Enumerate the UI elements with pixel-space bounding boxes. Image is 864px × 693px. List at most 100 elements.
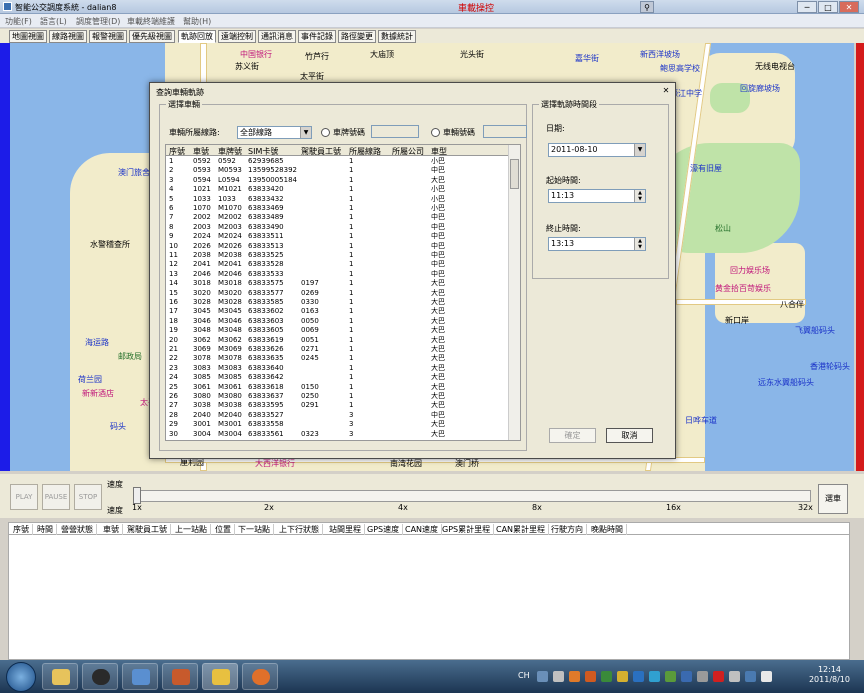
- vehicle-row[interactable]: 11 2038 M2038 63833525 1 中巴: [166, 251, 509, 260]
- record-col-header[interactable]: 車號: [103, 524, 123, 535]
- tab-route-view[interactable]: 線路視圖: [49, 30, 87, 43]
- vehicle-input[interactable]: [483, 125, 527, 138]
- col-header[interactable]: 所屬公司: [392, 146, 424, 157]
- taskbar-explorer[interactable]: [42, 663, 78, 690]
- plate-input[interactable]: [371, 125, 419, 138]
- title-link[interactable]: 車載操控: [458, 1, 494, 14]
- tray-icon[interactable]: [681, 671, 692, 682]
- play-button[interactable]: PLAY: [10, 484, 38, 510]
- vehicle-row[interactable]: 23 3083 M3083 63833640 1 大巴: [166, 364, 509, 373]
- record-col-header[interactable]: 行駛方向: [551, 524, 587, 535]
- vehicle-row[interactable]: 20 3062 M3062 63833619 0051 1 大巴: [166, 336, 509, 345]
- tab-path-change[interactable]: 路徑變更: [338, 30, 376, 43]
- input-language[interactable]: CH: [518, 671, 530, 680]
- scrollbar[interactable]: [508, 145, 520, 440]
- record-col-header[interactable]: 晚點時間: [591, 524, 627, 535]
- col-header[interactable]: SIM卡號: [248, 146, 278, 157]
- chevron-down-icon[interactable]: ▼: [300, 127, 311, 138]
- col-header[interactable]: 車號: [193, 146, 209, 157]
- tray-icon[interactable]: [729, 671, 740, 682]
- tray-icon[interactable]: [665, 671, 676, 682]
- vehicle-row[interactable]: 3 0594 L0594 13950005184 1 大巴: [166, 176, 509, 185]
- spin-icon[interactable]: ▲ ▼: [634, 190, 645, 202]
- menu-help[interactable]: 幫助(H): [183, 16, 211, 27]
- vehicle-row[interactable]: 2 0593 M0593 13599528392 1 中巴: [166, 166, 509, 175]
- route-select[interactable]: 全部線路 ▼: [237, 126, 312, 139]
- record-col-header[interactable]: CAN累計里程: [496, 524, 550, 535]
- cancel-button[interactable]: 取消: [606, 428, 653, 443]
- dialog-close-icon[interactable]: ✕: [661, 86, 671, 96]
- col-header[interactable]: 所屬線路: [349, 146, 381, 157]
- taskbar-qq[interactable]: [82, 663, 118, 690]
- tab-messages[interactable]: 通訊消息: [258, 30, 296, 43]
- stop-button[interactable]: STOP: [74, 484, 102, 510]
- vehicle-row[interactable]: 1 0592 0592 62939685 1 小巴: [166, 157, 509, 166]
- clock[interactable]: 12:14 2011/8/10: [809, 665, 850, 685]
- vehicle-row[interactable]: 30 3004 M3004 63833561 0323 3 大巴: [166, 430, 509, 439]
- tray-icon[interactable]: [697, 671, 708, 682]
- tray-icon[interactable]: [553, 671, 564, 682]
- record-col-header[interactable]: GPS累計里程: [442, 524, 495, 535]
- tray-icon[interactable]: [713, 671, 724, 682]
- record-col-header[interactable]: 站間里程: [329, 524, 365, 535]
- record-col-header[interactable]: 駕駛員工號: [127, 524, 171, 535]
- vehicle-row[interactable]: 6 1070 M1070 63833469 1 小巴: [166, 204, 509, 213]
- vehicle-row[interactable]: 26 3080 M3080 63833637 0250 1 大巴: [166, 392, 509, 401]
- vehicle-row[interactable]: 12 2041 M2041 63833528 1 中巴: [166, 260, 509, 269]
- record-col-header[interactable]: 上一站點: [175, 524, 211, 535]
- vehicle-row[interactable]: 22 3078 M3078 63833635 0245 1 大巴: [166, 354, 509, 363]
- vehicle-row[interactable]: 13 2046 M2046 63833533 1 中巴: [166, 270, 509, 279]
- menu-language[interactable]: 語言(L): [40, 16, 67, 27]
- record-col-header[interactable]: 上下行狀態: [279, 524, 323, 535]
- vehicle-row[interactable]: 5 1033 1033 63833432 1 小巴: [166, 195, 509, 204]
- vehicle-row[interactable]: 9 2024 M2024 63833511 1 中巴: [166, 232, 509, 241]
- tray-icon[interactable]: [601, 671, 612, 682]
- date-select[interactable]: 2011-08-10 ▼: [548, 143, 646, 157]
- vehicle-row[interactable]: 15 3020 M3020 63833577 0269 1 大巴: [166, 289, 509, 298]
- tray-icon[interactable]: [745, 671, 756, 682]
- vehicle-row[interactable]: 19 3048 M3048 63833605 0069 1 大巴: [166, 326, 509, 335]
- tray-icon[interactable]: [537, 671, 548, 682]
- end-time-field[interactable]: 13:13 ▲ ▼: [548, 237, 646, 251]
- vehicle-row[interactable]: 21 3069 M3069 63833626 0271 1 大巴: [166, 345, 509, 354]
- vehicle-row[interactable]: 29 3001 M3001 63833558 3 大巴: [166, 420, 509, 429]
- vehicle-row[interactable]: 25 3061 M3061 63833618 0150 1 大巴: [166, 383, 509, 392]
- ok-button[interactable]: 確定: [549, 428, 596, 443]
- chevron-down-icon[interactable]: ▼: [634, 144, 645, 156]
- close-button[interactable]: ✕: [839, 1, 859, 13]
- spin-icon[interactable]: ▲ ▼: [634, 238, 645, 250]
- taskbar-app[interactable]: [162, 663, 198, 690]
- speed-slider[interactable]: 1x 2x 4x 8x 16x 32x: [132, 487, 813, 512]
- menu-terminal[interactable]: 車載終端維護: [127, 16, 175, 27]
- start-button[interactable]: [6, 662, 36, 692]
- tray-icon[interactable]: [633, 671, 644, 682]
- taskbar-firefox[interactable]: [242, 663, 278, 690]
- col-header[interactable]: 序號: [169, 146, 185, 157]
- search-icon[interactable]: ⚲: [640, 1, 654, 13]
- tab-priority-view[interactable]: 優先級視圖: [129, 30, 175, 43]
- tab-remote-control[interactable]: 遠端控制: [218, 30, 256, 43]
- record-col-header[interactable]: 營營狀態: [61, 524, 97, 535]
- pause-button[interactable]: PAUSE: [42, 484, 70, 510]
- record-col-header[interactable]: 位置: [215, 524, 235, 535]
- record-table[interactable]: [8, 535, 850, 660]
- vehicle-table[interactable]: 序號 車號 車牌號 SIM卡號 駕駛員工號 所屬線路 所屬公司 車型 1 0592…: [165, 144, 521, 441]
- plate-radio[interactable]: [321, 128, 330, 137]
- vehicle-row[interactable]: 24 3085 M3085 63833642 1 大巴: [166, 373, 509, 382]
- col-header[interactable]: 駕駛員工號: [301, 146, 341, 157]
- taskbar-app[interactable]: [122, 663, 158, 690]
- speaker-icon[interactable]: [761, 671, 772, 682]
- tab-statistics[interactable]: 數據統計: [378, 30, 416, 43]
- maximize-button[interactable]: □: [818, 1, 838, 13]
- vehicle-row[interactable]: 28 2040 M2040 63833527 3 中巴: [166, 411, 509, 420]
- menu-dispatch[interactable]: 調度管理(D): [76, 16, 120, 27]
- tab-map-view[interactable]: 地圖視圖: [9, 30, 47, 43]
- start-time-field[interactable]: 11:13 ▲ ▼: [548, 189, 646, 203]
- tray-icon[interactable]: [569, 671, 580, 682]
- vehicle-radio[interactable]: [431, 128, 440, 137]
- record-col-header[interactable]: CAN速度: [405, 524, 443, 535]
- record-col-header[interactable]: 序號: [13, 524, 33, 535]
- vehicle-row[interactable]: 7 2002 M2002 63833489 1 中巴: [166, 213, 509, 222]
- tab-alarm-view[interactable]: 報警視圖: [89, 30, 127, 43]
- minimize-button[interactable]: ─: [797, 1, 817, 13]
